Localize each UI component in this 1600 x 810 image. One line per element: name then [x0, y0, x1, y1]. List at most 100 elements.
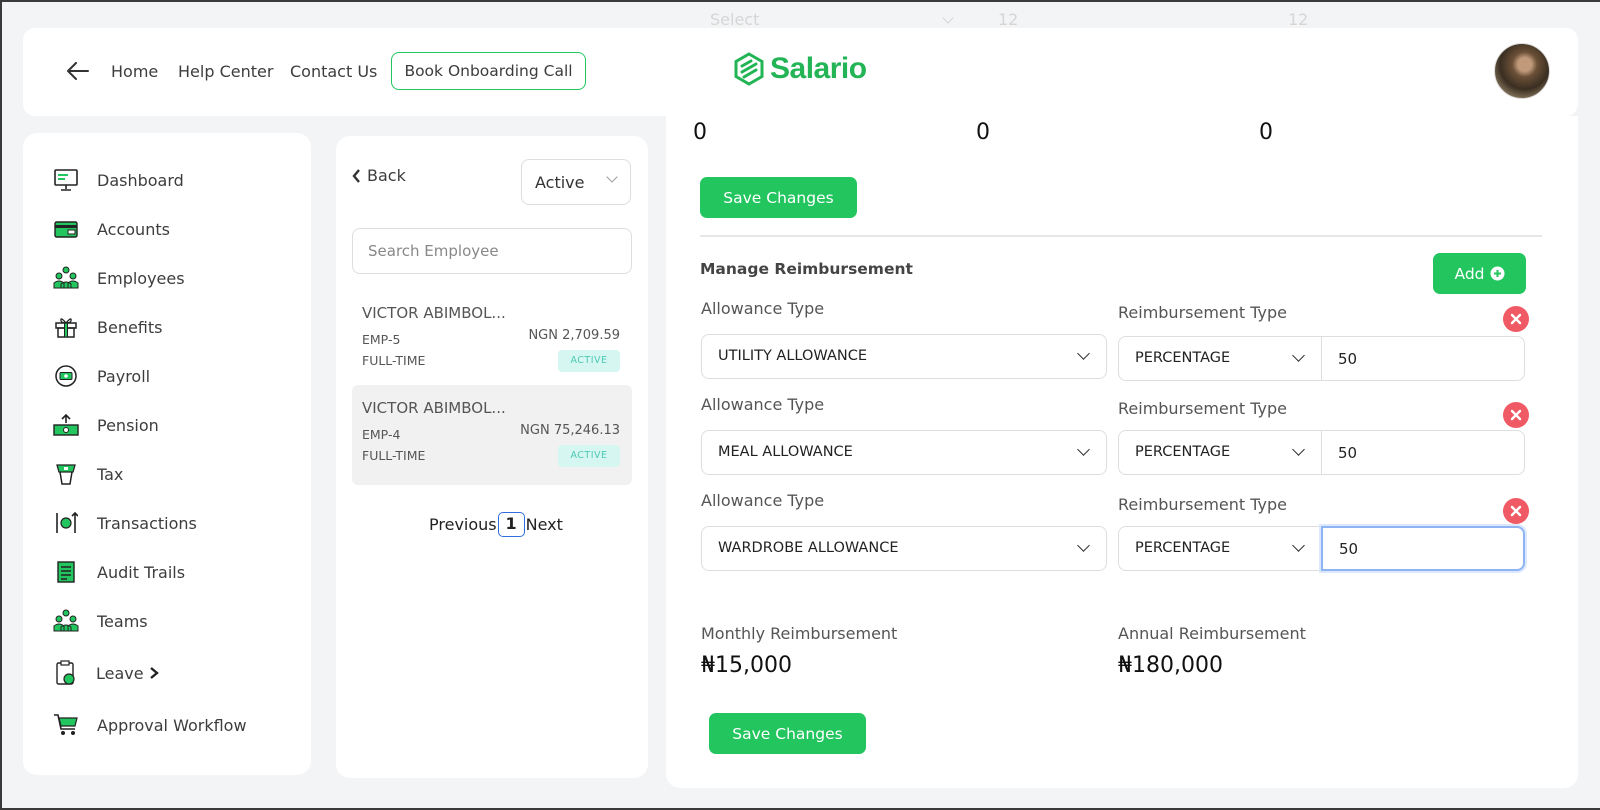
reimbursement-type-select[interactable]: PERCENTAGE — [1118, 336, 1322, 381]
annual-reimbursement-value: ₦180,000 — [1118, 653, 1223, 678]
allowance-type-label: Allowance Type — [701, 299, 825, 318]
sidebar-item-label: Accounts — [97, 219, 170, 239]
sidebar-item-accounts[interactable]: Accounts — [53, 214, 170, 244]
sidebar-item-label: Approval Workflow — [97, 715, 247, 735]
summary-value: 0 — [693, 120, 707, 145]
sidebar-item-teams[interactable]: Teams — [53, 606, 148, 636]
employee-pay: NGN 2,709.59 — [528, 328, 620, 343]
back-label: Back — [367, 166, 406, 185]
reimbursement-type-value: PERCENTAGE — [1135, 444, 1231, 460]
sidebar-item-dashboard[interactable]: Dashboard — [53, 165, 184, 195]
monthly-reimbursement-label: Monthly Reimbursement — [701, 624, 898, 643]
pension-icon — [53, 412, 79, 438]
audit-icon — [53, 559, 79, 585]
sidebar-item-payroll[interactable]: Payroll — [53, 361, 150, 391]
add-reimbursement-button[interactable]: Add — [1433, 253, 1526, 294]
reimbursement-value-input[interactable] — [1321, 430, 1525, 475]
sidebar-item-transactions[interactable]: Transactions — [53, 508, 197, 538]
sidebar-item-label: Leave — [96, 663, 144, 683]
reimbursement-panel: 0 0 0 Save Changes Manage Reimbursement … — [666, 116, 1578, 788]
teams-icon — [53, 608, 79, 634]
search-employee-input[interactable] — [352, 228, 632, 274]
allowance-type-select[interactable]: MEAL ALLOWANCE — [701, 430, 1107, 475]
sidebar-item-label: Transactions — [97, 513, 197, 533]
allowance-type-select[interactable]: WARDROBE ALLOWANCE — [701, 526, 1107, 571]
brand-name: Salario — [770, 52, 867, 85]
tax-icon — [53, 461, 79, 487]
remove-row-button[interactable] — [1503, 402, 1529, 428]
status-badge: ACTIVE — [558, 445, 620, 467]
reimbursement-type-select[interactable]: PERCENTAGE — [1118, 430, 1322, 475]
chevron-down-icon — [1077, 443, 1090, 456]
chevron-down-icon — [606, 171, 618, 183]
employee-list-panel: Back Active VICTOR ABIMBOL... EMP-5 FULL… — [336, 136, 648, 778]
summary-value: 0 — [976, 120, 990, 145]
sidebar-item-leave[interactable]: Leave — [53, 658, 159, 688]
user-avatar[interactable] — [1494, 43, 1550, 99]
sidebar-item-label: Payroll — [97, 366, 151, 386]
employee-card[interactable]: VICTOR ABIMBOL... EMP-5 FULL-TIME NGN 2,… — [352, 290, 632, 390]
chevron-right-icon — [149, 667, 159, 679]
current-page-button[interactable]: 1 — [497, 512, 525, 537]
chevron-left-icon — [352, 168, 360, 183]
reimbursement-type-value: PERCENTAGE — [1135, 540, 1231, 556]
status-badge: ACTIVE — [558, 350, 620, 372]
sidebar-item-label: Pension — [97, 415, 159, 435]
chevron-down-icon — [1292, 539, 1305, 552]
window-frame-top — [0, 0, 1600, 2]
employee-card[interactable]: VICTOR ABIMBOL... EMP-4 FULL-TIME NGN 75… — [352, 385, 632, 485]
chevron-down-icon — [1292, 443, 1305, 456]
sidebar-item-label: Employees — [97, 268, 185, 288]
sidebar-item-approval-workflow[interactable]: Approval Workflow — [53, 710, 247, 740]
allowance-type-value: UTILITY ALLOWANCE — [718, 348, 867, 364]
reimbursement-type-select[interactable]: PERCENTAGE — [1118, 526, 1322, 571]
allowance-type-label: Allowance Type — [701, 395, 825, 414]
window-frame-left — [0, 0, 2, 810]
people-icon — [53, 265, 79, 291]
sidebar-item-label: Audit Trails — [97, 562, 186, 582]
remove-row-button[interactable] — [1503, 498, 1529, 524]
previous-page-button[interactable]: Previous — [429, 515, 497, 534]
annual-reimbursement-label: Annual Reimbursement — [1118, 624, 1306, 643]
ghost-value: 12 — [1288, 10, 1309, 29]
cart-icon — [53, 712, 79, 738]
sidebar-item-tax[interactable]: Tax — [53, 459, 123, 489]
sidebar-item-label: Teams — [97, 611, 148, 631]
chevron-down-icon — [1292, 349, 1305, 362]
status-filter-select[interactable]: Active — [521, 159, 631, 205]
remove-row-button[interactable] — [1503, 306, 1529, 332]
sidebar-item-employees[interactable]: Employees — [53, 263, 185, 293]
reimbursement-type-label: Reimbursement Type — [1118, 495, 1288, 514]
allowance-type-select[interactable]: UTILITY ALLOWANCE — [701, 334, 1107, 379]
book-onboarding-call-button[interactable]: Book Onboarding Call — [391, 52, 586, 90]
sidebar-item-label: Tax — [97, 464, 124, 484]
sidebar-item-label: Benefits — [97, 317, 163, 337]
nav-help-center[interactable]: Help Center — [178, 62, 273, 81]
ghost-value: 12 — [998, 10, 1019, 29]
back-link[interactable]: Back — [352, 166, 406, 185]
sidebar: Dashboard Accounts Employees Benefits Pa… — [23, 133, 311, 775]
save-changes-button[interactable]: Save Changes — [709, 713, 866, 754]
back-arrow-icon[interactable] — [63, 56, 93, 86]
dashboard-icon — [53, 167, 79, 193]
pagination: Previous 1 Next — [429, 512, 563, 537]
reimbursement-value-input[interactable] — [1321, 526, 1525, 571]
transactions-icon — [53, 510, 79, 536]
allowance-type-value: MEAL ALLOWANCE — [718, 444, 853, 460]
section-divider — [700, 235, 1542, 237]
nav-contact-us[interactable]: Contact Us — [290, 62, 377, 81]
brand-logo[interactable]: Salario — [733, 52, 867, 86]
allowance-type-label: Allowance Type — [701, 491, 825, 510]
nav-home[interactable]: Home — [111, 62, 158, 81]
sidebar-item-pension[interactable]: Pension — [53, 410, 159, 440]
next-page-button[interactable]: Next — [526, 515, 563, 534]
top-header: Home Help Center Contact Us Book Onboard… — [23, 28, 1578, 116]
sidebar-item-benefits[interactable]: Benefits — [53, 312, 163, 342]
save-changes-button[interactable]: Save Changes — [700, 177, 857, 218]
section-title: Manage Reimbursement — [700, 260, 913, 278]
sidebar-item-audit-trails[interactable]: Audit Trails — [53, 557, 185, 587]
close-icon — [1510, 313, 1522, 325]
reimbursement-value-input[interactable] — [1321, 336, 1525, 381]
allowance-type-value: WARDROBE ALLOWANCE — [718, 540, 899, 556]
add-label: Add — [1454, 264, 1485, 283]
